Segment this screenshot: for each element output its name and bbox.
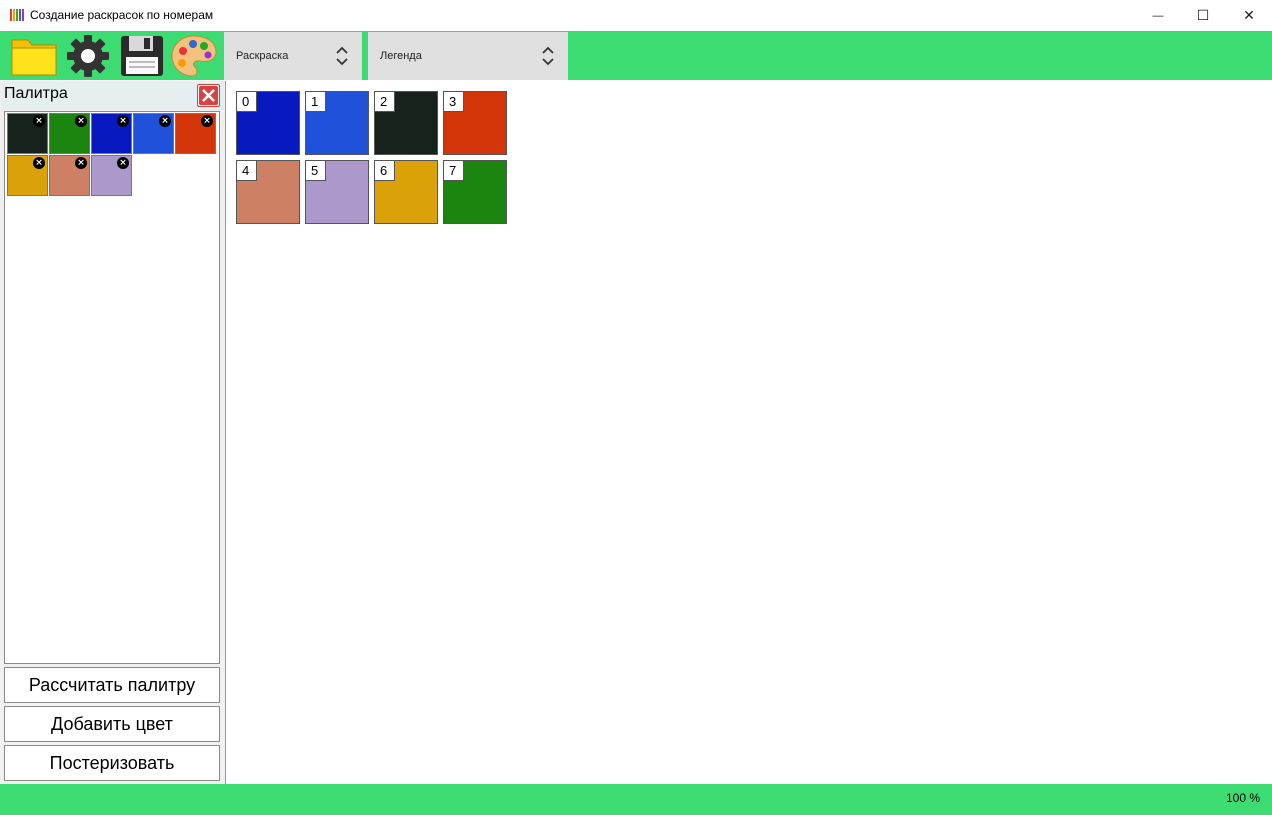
- remove-color-icon[interactable]: ×: [33, 157, 45, 169]
- mode-dropdown[interactable]: Раскраска: [224, 32, 362, 80]
- remove-color-icon[interactable]: ×: [117, 157, 129, 169]
- remove-color-icon[interactable]: ×: [201, 115, 213, 127]
- open-folder-icon[interactable]: [10, 34, 57, 78]
- maximize-icon: ☐: [1196, 7, 1210, 23]
- mode-dropdown-value: Раскраска: [236, 50, 289, 62]
- palette-icon[interactable]: [170, 34, 217, 78]
- legend-tile-number: 4: [236, 160, 257, 181]
- palette-close-button[interactable]: [197, 84, 220, 107]
- status-bar: [0, 784, 1272, 815]
- posterize-button[interactable]: Постеризовать: [4, 745, 220, 781]
- legend-tile-number: 6: [374, 160, 395, 181]
- remove-color-icon[interactable]: ×: [75, 157, 87, 169]
- save-floppy-icon[interactable]: [118, 34, 164, 78]
- close-icon: ✕: [1243, 7, 1255, 23]
- remove-color-icon[interactable]: ×: [159, 115, 171, 127]
- add-color-button[interactable]: Добавить цвет: [4, 706, 220, 742]
- close-window-button[interactable]: ✕: [1226, 0, 1272, 31]
- remove-color-icon[interactable]: ×: [117, 115, 129, 127]
- close-icon: [199, 86, 218, 105]
- minimize-button[interactable]: —: [1135, 0, 1181, 31]
- palette-title: Палитра: [4, 85, 68, 102]
- view-dropdown-value: Легенда: [380, 50, 422, 62]
- zoom-level: 100 %: [1225, 791, 1260, 805]
- maximize-button[interactable]: ☐: [1180, 0, 1226, 31]
- settings-gear-icon[interactable]: [64, 34, 110, 78]
- legend-tile-number: 0: [236, 91, 257, 112]
- legend-tile-number: 3: [443, 91, 464, 112]
- remove-color-icon[interactable]: ×: [75, 115, 87, 127]
- calculate-palette-button[interactable]: Рассчитать палитру: [4, 667, 220, 703]
- window-title: Создание раскрасок по номерам: [30, 8, 214, 22]
- legend-tile-number: 7: [443, 160, 464, 181]
- view-dropdown[interactable]: Легенда: [368, 32, 568, 80]
- legend-tile-number: 1: [305, 91, 326, 112]
- remove-color-icon[interactable]: ×: [33, 115, 45, 127]
- legend-tile-number: 2: [374, 91, 395, 112]
- app-icon: [10, 9, 24, 21]
- legend-tile-number: 5: [305, 160, 326, 181]
- minimize-icon: —: [1152, 9, 1164, 22]
- chevron-updown-icon: [336, 46, 348, 66]
- chevron-updown-icon: [542, 46, 554, 66]
